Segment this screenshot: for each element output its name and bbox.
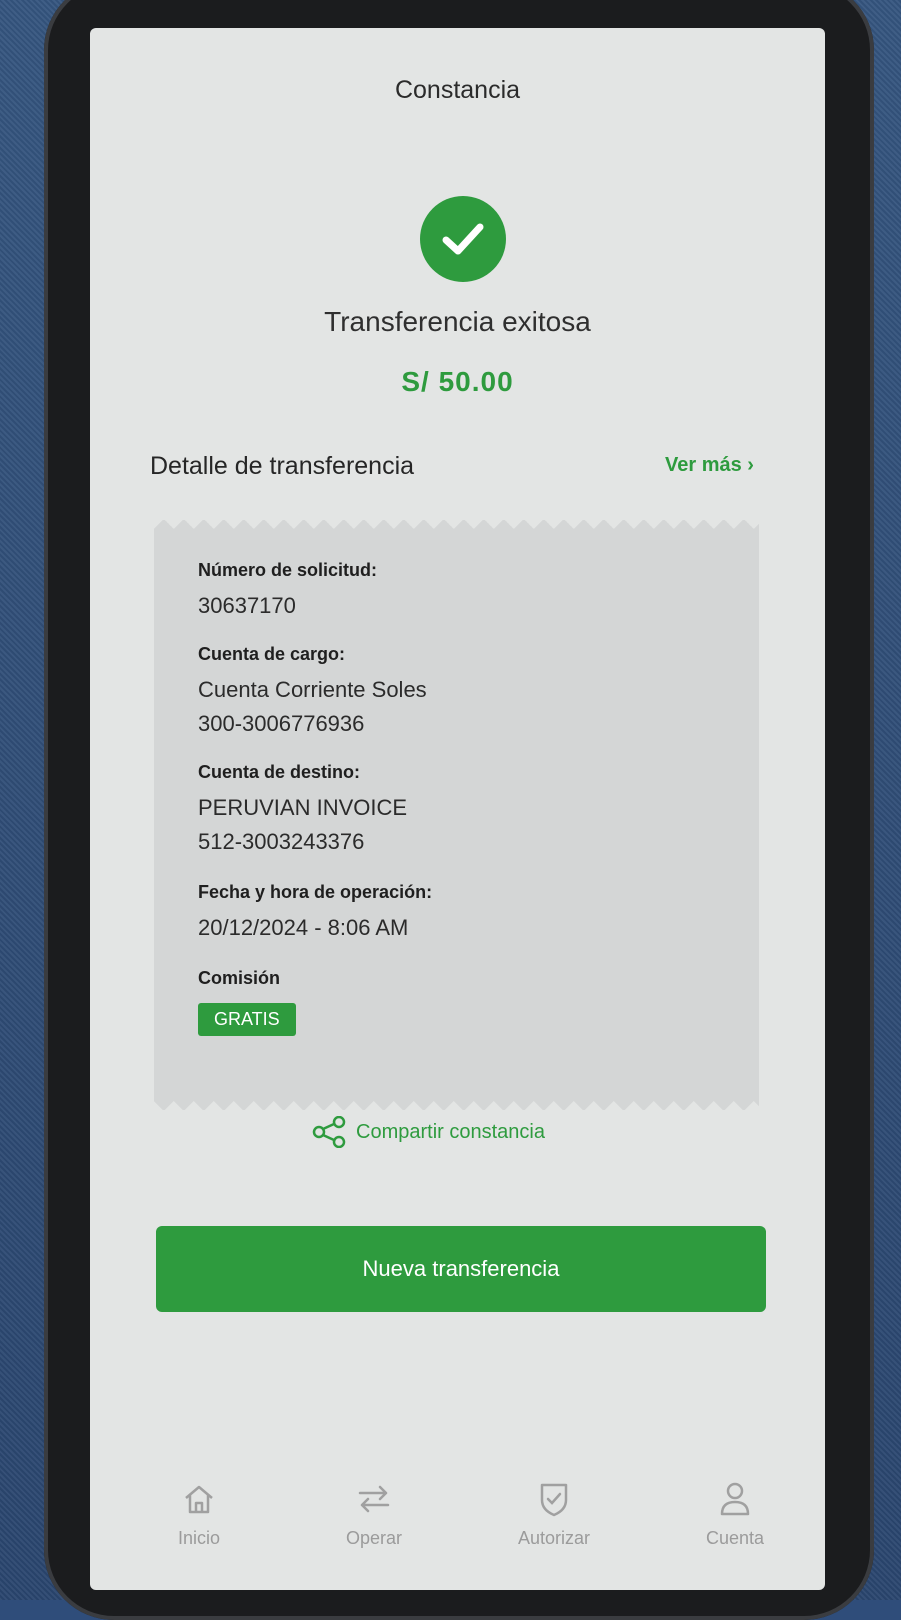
- new-transfer-button[interactable]: Nueva transferencia: [156, 1226, 766, 1312]
- tab-label: Operar: [345, 1528, 403, 1548]
- status-badge: GRATIS: [198, 1003, 296, 1036]
- field-value: 20/12/2024 - 8:06 AM: [198, 915, 409, 940]
- field-label: Número de solicitud:: [198, 560, 378, 580]
- share-label: Compartir constancia: [356, 1120, 545, 1143]
- chevron-right-icon: ›: [747, 454, 754, 476]
- bottom-tabbar: Inicio Operar Autorizar Cuenta: [90, 1478, 825, 1588]
- tab-label: Cuenta: [705, 1528, 765, 1548]
- status-text: Transferencia exitosa: [324, 306, 591, 337]
- tab-cuenta[interactable]: Cuenta: [670, 1478, 800, 1549]
- user-icon: [720, 1482, 750, 1516]
- field-label: Cuenta de destino:: [198, 762, 361, 782]
- tab-operar[interactable]: Operar: [309, 1478, 439, 1549]
- tab-inicio[interactable]: Inicio: [134, 1478, 264, 1549]
- share-icon: [312, 1116, 346, 1148]
- app-screen: Constancia Transferencia exitosa S/ 50.0…: [90, 28, 825, 1590]
- field-cuenta-cargo: Cuenta de cargo: Cuenta Corriente Soles …: [198, 644, 427, 741]
- ver-mas-link[interactable]: Ver más ›: [665, 454, 754, 477]
- tab-label: Inicio: [177, 1528, 221, 1548]
- receipt-zigzag-top: [154, 519, 759, 533]
- field-cuenta-destino: Cuenta de destino: PERUVIAN INVOICE 512-…: [198, 762, 407, 859]
- field-value: 30637170: [198, 593, 296, 618]
- share-receipt-link[interactable]: Compartir constancia: [312, 1116, 545, 1148]
- field-fecha-hora: Fecha y hora de operación: 20/12/2024 - …: [198, 882, 432, 945]
- field-numero-solicitud: Número de solicitud: 30637170: [198, 560, 377, 623]
- receipt-zigzag-bottom: [154, 1097, 759, 1111]
- receipt-card: Número de solicitud: 30637170 Cuenta de …: [154, 519, 759, 1111]
- field-label: Cuenta de cargo:: [198, 644, 346, 664]
- transfer-amount: S/ 50.00: [401, 366, 514, 397]
- field-value: 512-3003243376: [198, 829, 365, 854]
- tab-label: Autorizar: [517, 1528, 591, 1548]
- field-value: Cuenta Corriente Soles: [198, 677, 427, 702]
- field-label: Comisión: [198, 968, 281, 988]
- field-value: 300-3006776936: [198, 711, 365, 736]
- page-title: Constancia: [394, 76, 521, 104]
- swap-arrows-icon: [358, 1485, 390, 1513]
- shield-check-icon: [540, 1483, 568, 1517]
- detail-title: Detalle de transferencia: [150, 452, 415, 480]
- check-circle-icon: [420, 196, 506, 282]
- field-comision: Comisión GRATIS: [198, 968, 296, 1036]
- field-label: Fecha y hora de operación:: [198, 882, 433, 902]
- home-icon: [185, 1485, 213, 1514]
- tab-autorizar[interactable]: Autorizar: [489, 1478, 619, 1549]
- ver-mas-label: Ver más: [665, 454, 742, 476]
- field-value: PERUVIAN INVOICE: [198, 795, 408, 820]
